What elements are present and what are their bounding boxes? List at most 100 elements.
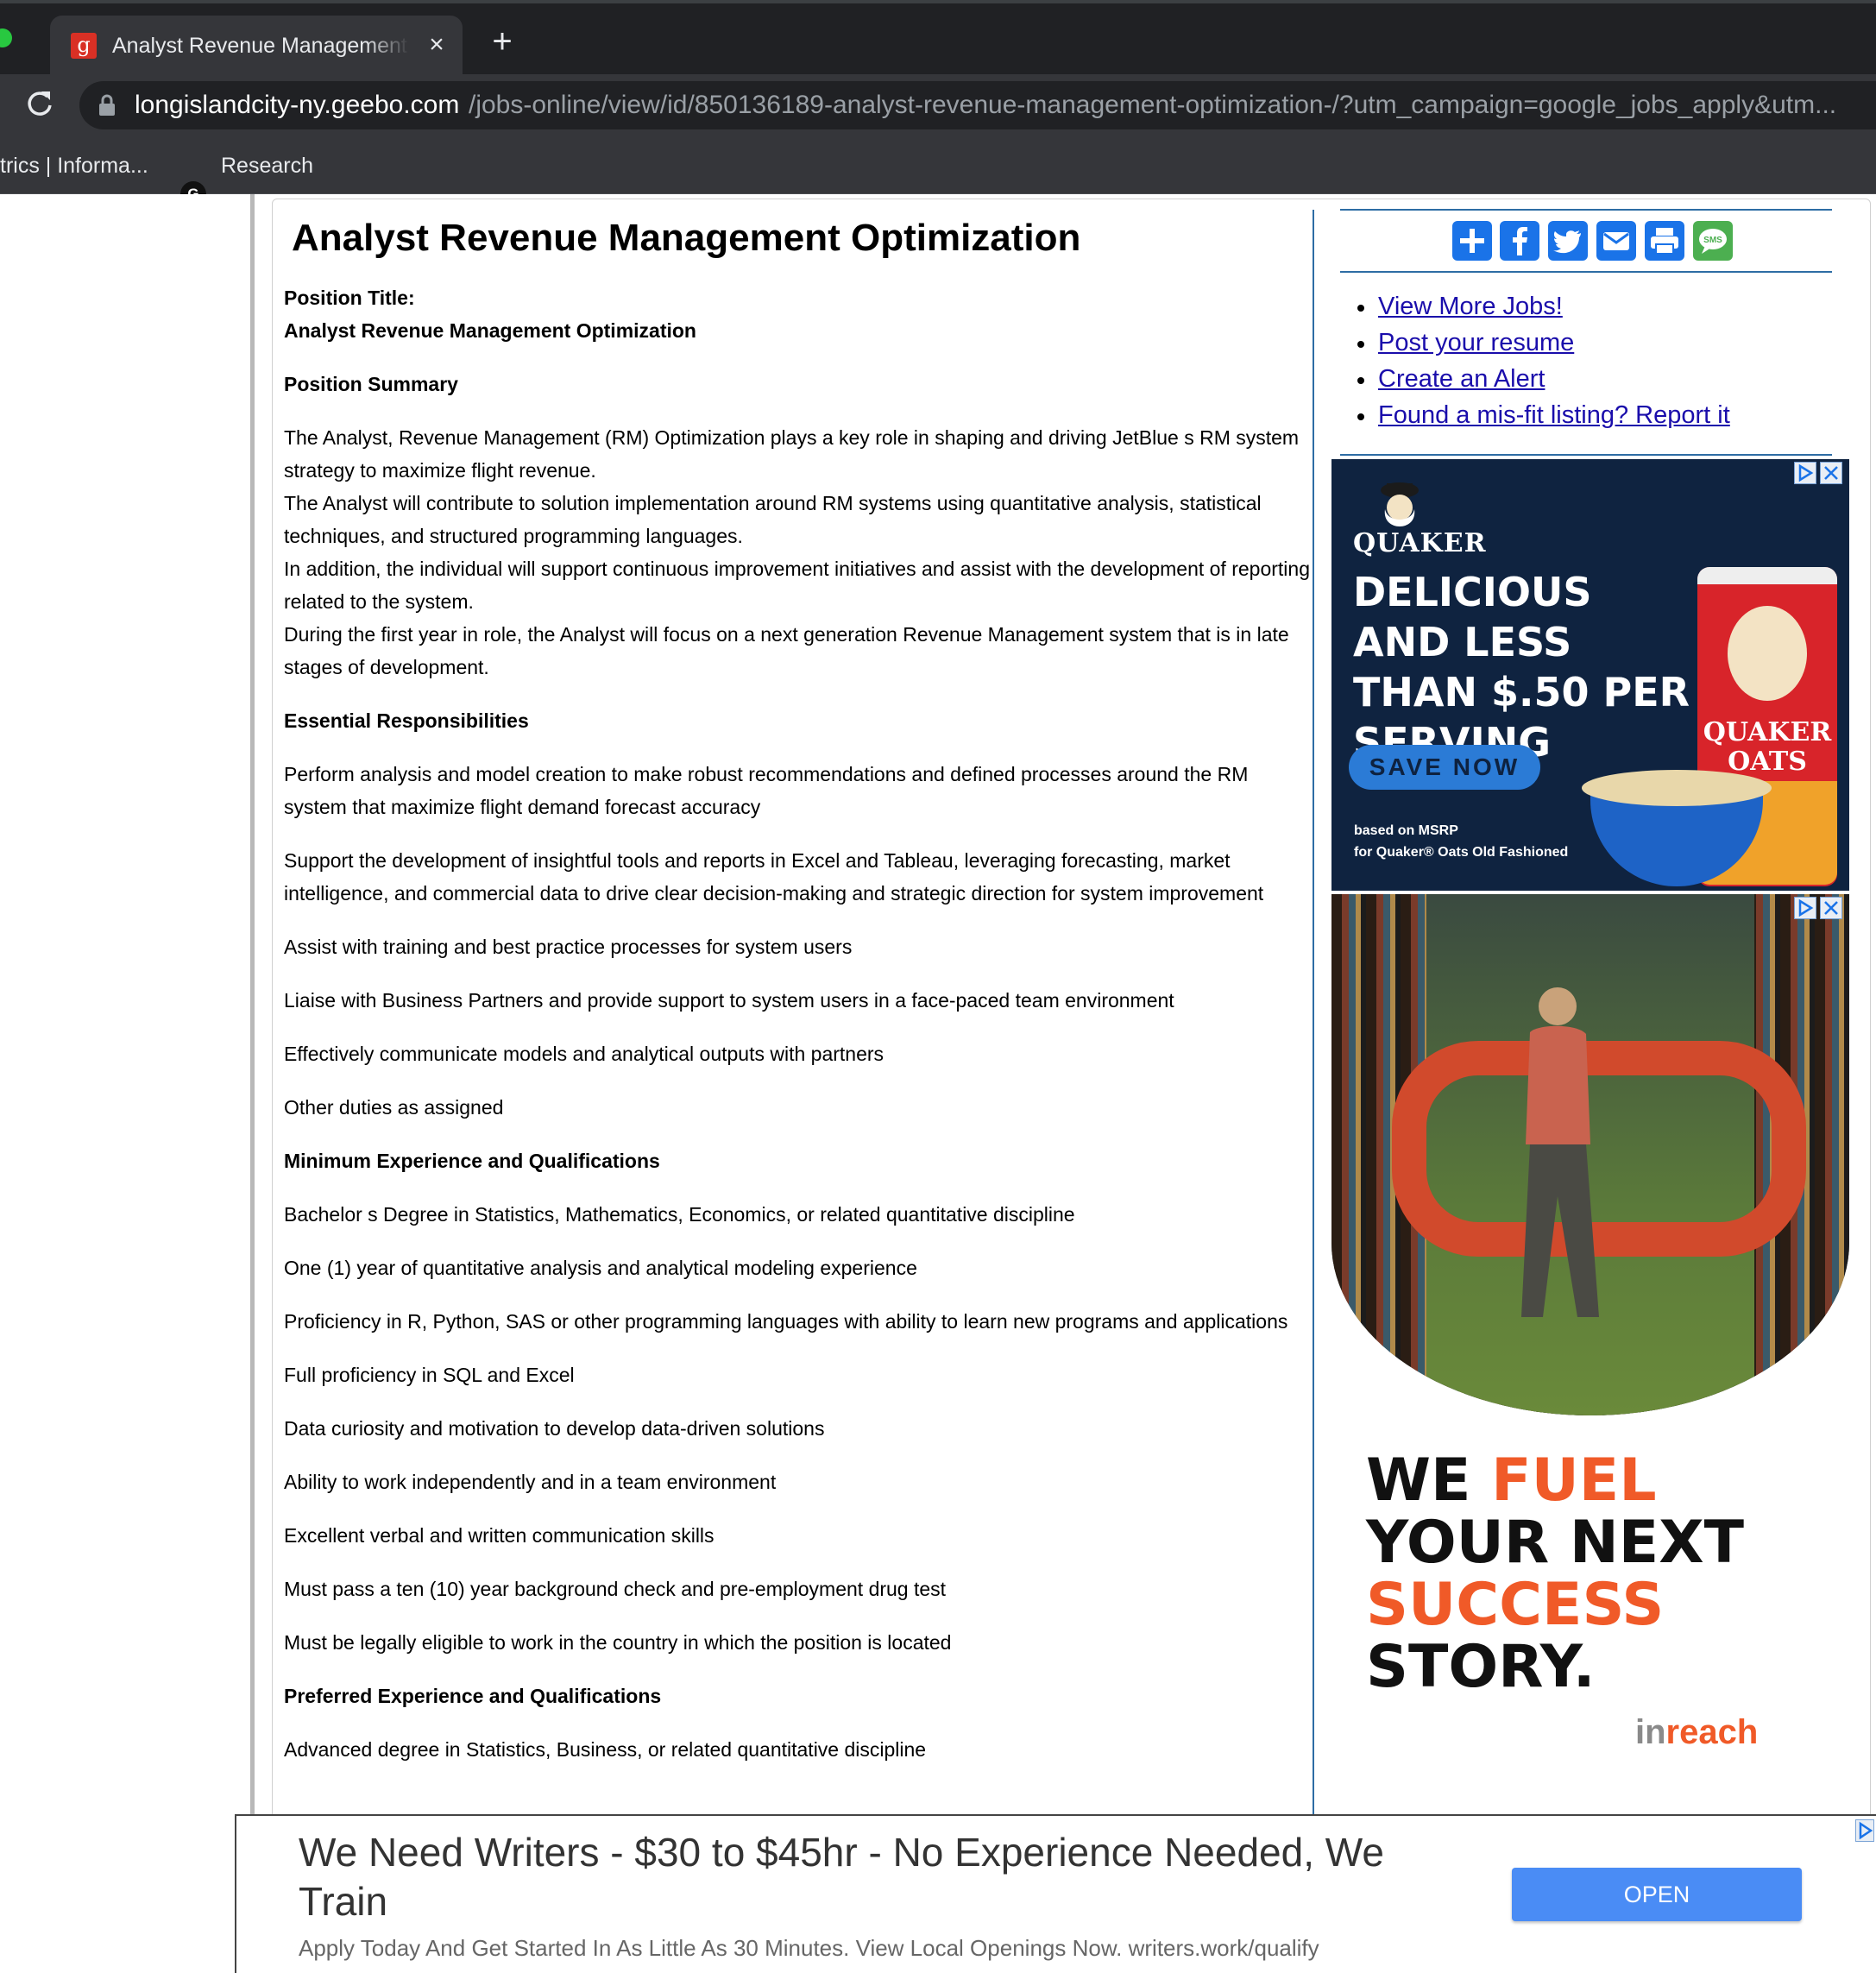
- tab-title: Analyst Revenue Management Optimization: [112, 34, 409, 58]
- url-path: /jobs-online/view/id/850136189-analyst-r…: [469, 91, 1837, 119]
- banner-ad-title[interactable]: We Need Writers - $30 to $45hr - No Expe…: [299, 1828, 1420, 1926]
- bookmark-metrics[interactable]: trics | Informa...: [0, 147, 148, 185]
- post-resume-link[interactable]: Post your resume: [1378, 329, 1574, 356]
- responsibility-item: Liaise with Business Partners and provid…: [284, 989, 1174, 1012]
- min-qualifications-heading: Minimum Experience and Qualifications: [284, 1150, 660, 1172]
- slogan-line-3: SUCCESS: [1366, 1571, 1665, 1639]
- responsibility-item: Support the development of insightful to…: [284, 849, 1264, 905]
- slogan-line-2: YOUR NEXT: [1366, 1509, 1745, 1577]
- lock-icon: [99, 94, 115, 116]
- oatmeal-surface: [1582, 770, 1772, 806]
- summary-paragraph: The Analyst will contribute to solution …: [284, 492, 1262, 547]
- browser-tab-bar: g Analyst Revenue Management Optimizatio…: [0, 0, 1876, 74]
- dancing-person-image: [1521, 987, 1599, 1317]
- close-ad-icon[interactable]: [1820, 462, 1842, 484]
- share-plus-icon[interactable]: [1452, 221, 1492, 261]
- min-qualification-item: One (1) year of quantitative analysis an…: [284, 1257, 917, 1279]
- sidebar-link-item: Create an Alert: [1357, 361, 1730, 397]
- summary-block: The Analyst, Revenue Management (RM) Opt…: [284, 421, 1311, 684]
- quaker-headline: DELICIOUS AND LESS THAN $.50 PER SERVING: [1353, 569, 1690, 766]
- library-photo-ad[interactable]: [1331, 894, 1849, 1415]
- sidebar-links: View More Jobs! Post your resume Create …: [1357, 288, 1730, 433]
- canister-label: QUAKER OATS: [1703, 717, 1832, 777]
- sms-label: SMS: [1703, 236, 1722, 245]
- fine-print-line: based on MSRP: [1354, 823, 1458, 838]
- inreach-ad[interactable]: WE FUEL YOUR NEXT SUCCESS STORY. inreach: [1331, 1450, 1849, 1804]
- fine-print-line: for Quaker® Oats Old Fashioned: [1354, 845, 1569, 860]
- min-qualification-item: Proficiency in R, Python, SAS or other p…: [284, 1310, 1288, 1333]
- inreach-slogan: WE FUEL YOUR NEXT SUCCESS STORY.: [1366, 1450, 1744, 1699]
- slogan-fuel: FUEL: [1491, 1447, 1657, 1515]
- sidebar-link-item: View More Jobs!: [1357, 288, 1730, 325]
- browser-toolbar: longislandcity-ny.geebo.com /jobs-online…: [0, 74, 1876, 136]
- adchoices-icon[interactable]: [1794, 897, 1816, 919]
- twitter-icon[interactable]: [1548, 221, 1588, 261]
- summary-heading: Position Summary: [284, 373, 458, 395]
- canister-lid: [1697, 567, 1837, 584]
- report-listing-link[interactable]: Found a mis-fit listing? Report it: [1378, 401, 1730, 429]
- slogan-line-1: WE FUEL: [1366, 1450, 1744, 1512]
- pref-qualifications-heading: Preferred Experience and Qualifications: [284, 1685, 662, 1707]
- print-icon[interactable]: [1645, 221, 1684, 261]
- position-title-label: Position Title:: [284, 287, 415, 309]
- responsibility-item: Effectively communicate models and analy…: [284, 1043, 884, 1065]
- address-bar[interactable]: longislandcity-ny.geebo.com /jobs-online…: [79, 81, 1876, 129]
- position-title-value: Analyst Revenue Management Optimization: [284, 319, 696, 342]
- email-icon[interactable]: [1596, 221, 1636, 261]
- min-qualification-item: Excellent verbal and written communicati…: [284, 1524, 715, 1547]
- logo-reach: reach: [1665, 1713, 1759, 1751]
- slogan-we: WE: [1366, 1447, 1492, 1515]
- job-description: Position Title: Analyst Revenue Manageme…: [284, 281, 1311, 1766]
- responsibility-item: Other duties as assigned: [284, 1096, 504, 1119]
- bottom-banner-ad[interactable]: We Need Writers - $30 to $45hr - No Expe…: [235, 1814, 1876, 1973]
- responsibilities-heading: Essential Responsibilities: [284, 709, 529, 732]
- adchoices-icon[interactable]: [1855, 1819, 1874, 1842]
- create-alert-link[interactable]: Create an Alert: [1378, 365, 1545, 393]
- page-title: Analyst Revenue Management Optimization: [292, 217, 1081, 259]
- min-qualification-item: Data curiosity and motivation to develop…: [284, 1417, 825, 1440]
- browser-tab-active[interactable]: g Analyst Revenue Management Optimizatio…: [50, 16, 463, 74]
- pref-qualification-item: Advanced degree in Statistics, Business,…: [284, 1738, 927, 1761]
- column-divider: [1313, 210, 1314, 1815]
- min-qualification-item: Full proficiency in SQL and Excel: [284, 1364, 575, 1386]
- canister-face: [1728, 606, 1807, 701]
- responsibility-item: Assist with training and best practice p…: [284, 936, 853, 958]
- reload-icon[interactable]: [22, 86, 57, 121]
- summary-paragraph: During the first year in role, the Analy…: [284, 623, 1289, 678]
- close-tab-icon[interactable]: ×: [421, 29, 452, 60]
- close-ad-icon[interactable]: [1820, 897, 1842, 919]
- min-qualification-item: Ability to work independently and in a t…: [284, 1471, 777, 1493]
- logo-in: in: [1635, 1713, 1666, 1751]
- sidebar-rule-top: [1340, 209, 1832, 211]
- bookmarks-bar: trics | Informa... Research: [0, 136, 1876, 194]
- slogan-line-4: STORY.: [1366, 1633, 1596, 1701]
- min-qualification-item: Must be legally eligible to work in the …: [284, 1631, 952, 1654]
- sidebar-rule-bottom: [1340, 454, 1832, 456]
- banner-ad-description: Apply Today And Get Started In As Little…: [299, 1935, 1319, 1961]
- summary-paragraph: The Analyst, Revenue Management (RM) Opt…: [284, 426, 1300, 482]
- bookmark-research[interactable]: Research: [221, 147, 313, 185]
- responsibility-item: Perform analysis and model creation to m…: [284, 763, 1249, 818]
- quaker-fine-print: based on MSRP for Quaker® Oats Old Fashi…: [1354, 820, 1568, 863]
- save-now-button[interactable]: SAVE NOW: [1349, 745, 1540, 790]
- adchoices-icon[interactable]: [1794, 462, 1816, 484]
- window-top-edge: [0, 0, 1876, 3]
- new-tab-button[interactable]: +: [485, 24, 519, 59]
- quaker-brand: QUAKER: [1353, 528, 1487, 558]
- quaker-ad[interactable]: QUAKER DELICIOUS AND LESS THAN $.50 PER …: [1331, 459, 1849, 891]
- summary-paragraph: In addition, the individual will support…: [284, 558, 1310, 613]
- sidebar-rule-mid: [1340, 271, 1832, 273]
- facebook-icon[interactable]: [1500, 221, 1539, 261]
- sidebar-link-item: Found a mis-fit listing? Report it: [1357, 397, 1730, 433]
- min-qualification-item: Bachelor s Degree in Statistics, Mathema…: [284, 1203, 1075, 1226]
- min-qualification-item: Must pass a ten (10) year background che…: [284, 1578, 947, 1600]
- inreach-logo: inreach: [1635, 1713, 1758, 1752]
- open-button[interactable]: OPEN: [1512, 1868, 1802, 1921]
- sms-icon[interactable]: SMS: [1693, 221, 1733, 261]
- left-rail-border: [250, 194, 255, 1817]
- sidebar-link-item: Post your resume: [1357, 325, 1730, 361]
- url-host: longislandcity-ny.geebo.com: [135, 91, 460, 119]
- view-more-jobs-link[interactable]: View More Jobs!: [1378, 293, 1563, 320]
- geebo-favicon-icon: g: [71, 33, 97, 59]
- window-maximize-button[interactable]: [0, 28, 12, 47]
